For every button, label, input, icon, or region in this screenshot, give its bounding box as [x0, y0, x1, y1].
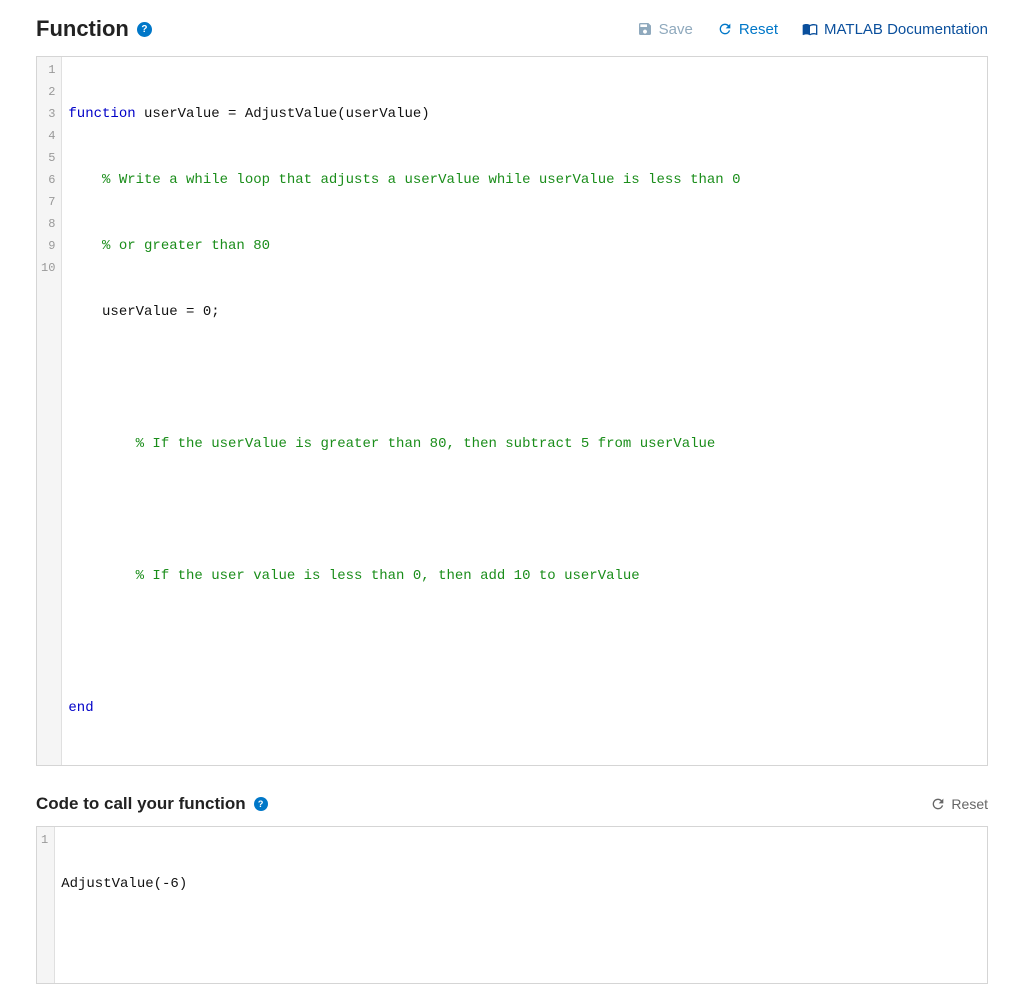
- function-header: Function ? Save Reset MATLAB Documentati…: [36, 16, 988, 42]
- line-number: 5: [41, 147, 55, 169]
- line-number: 1: [41, 59, 55, 81]
- reset-label: Reset: [739, 21, 778, 38]
- function-editor[interactable]: 1 2 3 4 5 6 7 8 9 10 function userValue …: [36, 56, 988, 766]
- code-line: % If the user value is less than 0, then…: [68, 565, 981, 587]
- call-section: Code to call your function ? Reset 1 Adj…: [36, 794, 988, 984]
- code-line: [68, 499, 981, 521]
- line-number: 1: [41, 829, 48, 851]
- gutter: 1: [37, 827, 55, 983]
- gutter: 1 2 3 4 5 6 7 8 9 10: [37, 57, 62, 765]
- code-line: end: [68, 697, 981, 719]
- save-icon: [637, 21, 653, 37]
- code-line: [68, 631, 981, 653]
- code-content[interactable]: AdjustValue(-6): [55, 827, 987, 983]
- line-number: 3: [41, 103, 55, 125]
- code-line: % or greater than 80: [68, 235, 981, 257]
- line-number: 9: [41, 235, 55, 257]
- line-number: 2: [41, 81, 55, 103]
- toolbar: Save Reset MATLAB Documentation: [637, 21, 988, 38]
- function-title-wrap: Function ?: [36, 16, 152, 42]
- book-icon: [802, 21, 818, 37]
- call-editor[interactable]: 1 AdjustValue(-6): [36, 826, 988, 984]
- documentation-button[interactable]: MATLAB Documentation: [802, 21, 988, 38]
- reset-call-label: Reset: [951, 796, 988, 812]
- code-line: userValue = 0;: [68, 301, 981, 323]
- line-number: 6: [41, 169, 55, 191]
- code-line: function userValue = AdjustValue(userVal…: [68, 103, 981, 125]
- reset-icon: [717, 21, 733, 37]
- save-label: Save: [659, 21, 693, 38]
- reset-icon: [930, 796, 946, 812]
- reset-button[interactable]: Reset: [717, 21, 778, 38]
- line-number: 10: [41, 257, 55, 279]
- code-line: [68, 367, 981, 389]
- call-title: Code to call your function: [36, 794, 246, 814]
- call-header: Code to call your function ? Reset: [36, 794, 988, 814]
- code-line: % Write a while loop that adjusts a user…: [68, 169, 981, 191]
- line-number: 8: [41, 213, 55, 235]
- code-content[interactable]: function userValue = AdjustValue(userVal…: [62, 57, 987, 765]
- reset-call-button[interactable]: Reset: [930, 796, 988, 812]
- code-line: % If the userValue is greater than 80, t…: [68, 433, 981, 455]
- code-line: AdjustValue(-6): [61, 873, 981, 895]
- line-number: 4: [41, 125, 55, 147]
- help-icon[interactable]: ?: [137, 22, 152, 37]
- doc-label: MATLAB Documentation: [824, 21, 988, 38]
- line-number: 7: [41, 191, 55, 213]
- save-button[interactable]: Save: [637, 21, 693, 38]
- help-icon[interactable]: ?: [254, 797, 268, 811]
- call-title-wrap: Code to call your function ?: [36, 794, 268, 814]
- function-title: Function: [36, 16, 129, 42]
